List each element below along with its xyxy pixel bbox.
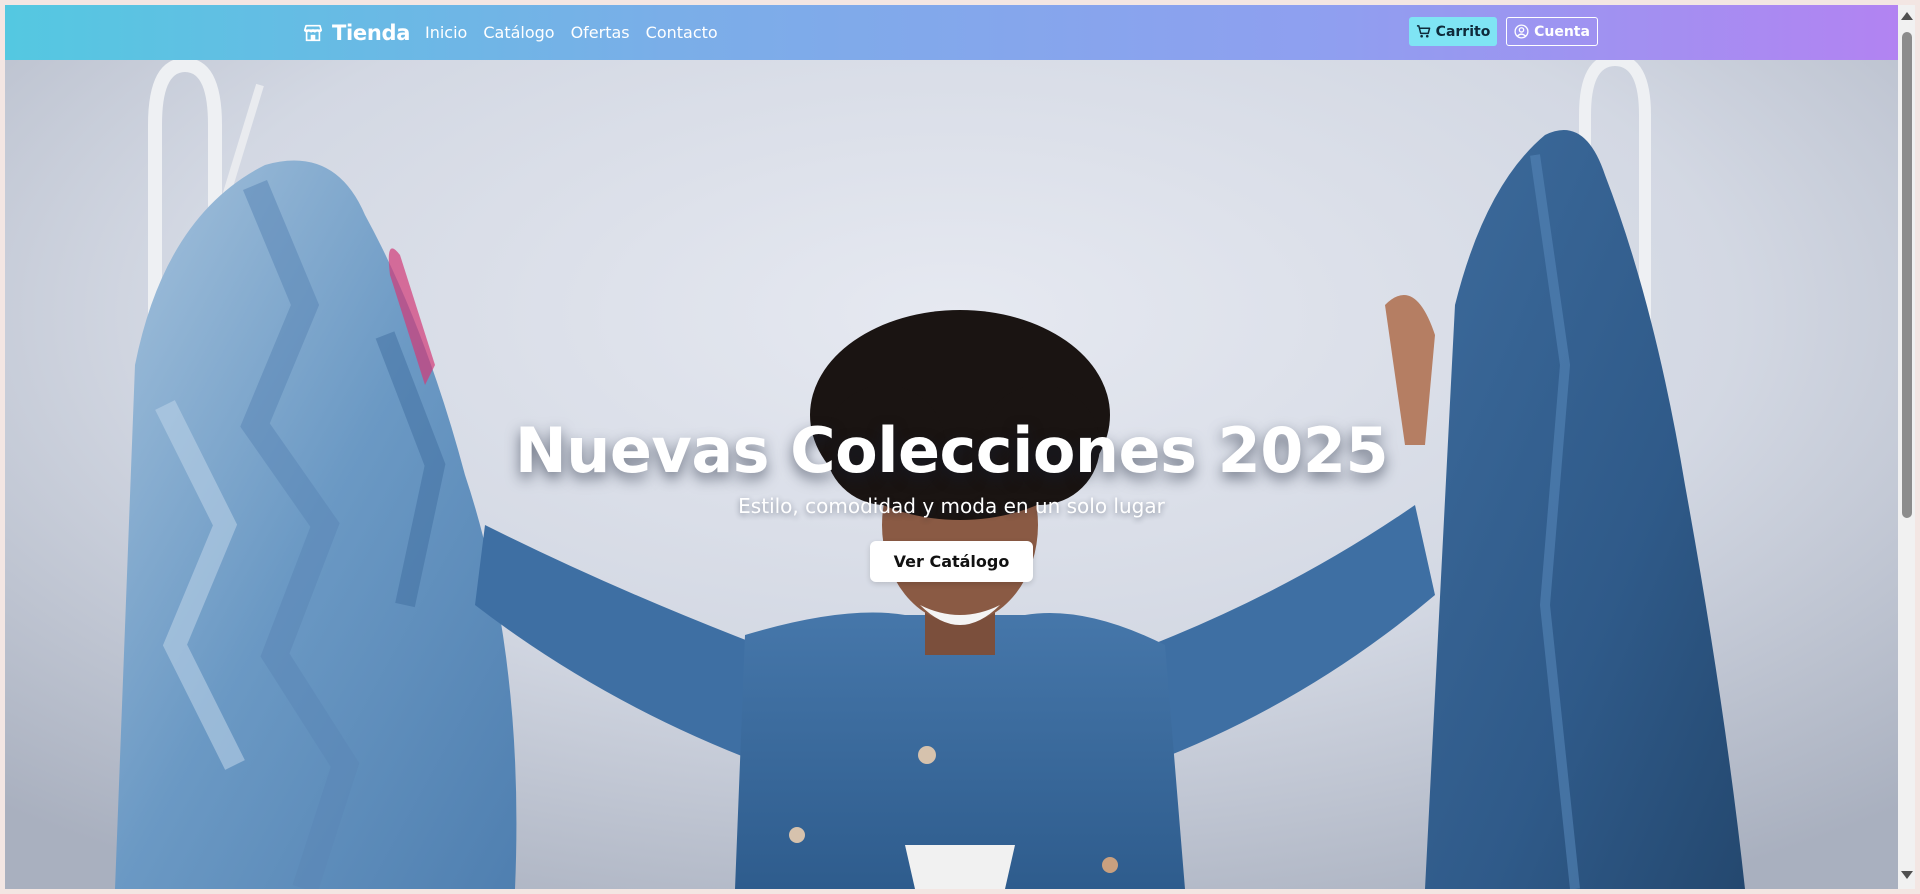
brand-name: Tienda	[332, 21, 411, 45]
scroll-thumb[interactable]	[1902, 32, 1912, 518]
scroll-down-arrow-icon[interactable]	[1901, 871, 1913, 879]
storefront-icon	[303, 24, 323, 42]
brand-link[interactable]: Tienda	[302, 19, 410, 47]
cart-label: Carrito	[1435, 23, 1491, 40]
cart-icon	[1416, 25, 1431, 38]
account-button[interactable]: Cuenta	[1506, 17, 1598, 46]
nav-link-contacto[interactable]: Contacto	[646, 23, 718, 42]
nav-link-ofertas[interactable]: Ofertas	[571, 23, 630, 42]
account-label: Cuenta	[1534, 23, 1590, 40]
user-circle-icon	[1514, 24, 1529, 39]
top-navbar: Tienda Inicio Catálogo Ofertas Contacto …	[5, 5, 1898, 60]
hero-content: Nuevas Colecciones 2025 Estilo, comodida…	[5, 415, 1898, 582]
vertical-scrollbar[interactable]	[1898, 5, 1915, 889]
scroll-up-arrow-icon[interactable]	[1901, 12, 1913, 20]
hero-title: Nuevas Colecciones 2025	[514, 414, 1389, 487]
cart-button[interactable]: Carrito	[1409, 17, 1497, 46]
browser-viewport: Nuevas Colecciones 2025 Estilo, comodida…	[5, 5, 1898, 889]
nav-link-catalogo[interactable]: Catálogo	[483, 23, 554, 42]
nav-link-inicio[interactable]: Inicio	[425, 23, 467, 42]
view-catalog-button[interactable]: Ver Catálogo	[869, 541, 1034, 582]
nav-links: Inicio Catálogo Ofertas Contacto	[425, 23, 718, 42]
hero-subtitle: Estilo, comodidad y moda en un solo luga…	[738, 494, 1165, 518]
hero-section: Nuevas Colecciones 2025 Estilo, comodida…	[5, 5, 1898, 889]
